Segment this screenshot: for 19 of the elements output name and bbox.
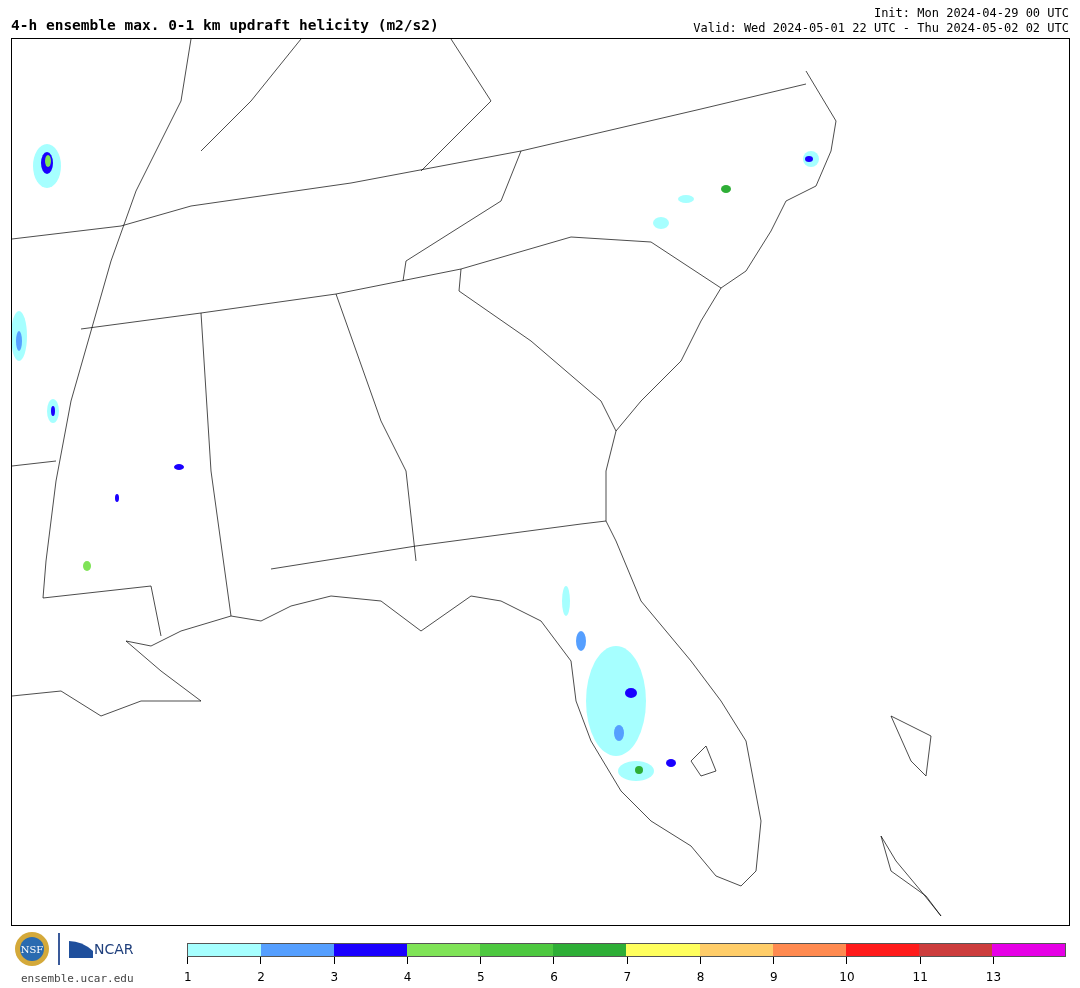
website-url: ensemble.ucar.edu (21, 971, 135, 987)
colorbar-label: 6 (550, 970, 558, 984)
init-time: Init: Mon 2024-04-29 00 UTC (872, 6, 1069, 21)
colorbar-label: 11 (912, 970, 928, 984)
colorbar-label: 5 (477, 970, 485, 984)
colorbar-label: 10 (839, 970, 855, 984)
colorbar-label: 3 (330, 970, 339, 984)
swoosh-icon (68, 939, 94, 959)
colorbar-label: 1 (184, 970, 192, 984)
colorbar-label: 4 (403, 970, 412, 984)
valid-time-range: Valid: Wed 2024-05-01 22 UTC - Thu 2024-05-02 02 UTC (693, 21, 1069, 36)
colorbar-label: 7 (623, 970, 632, 984)
chart-title: 4-h ensemble max. 0-1 km updraft helicity (m2/s2) (11, 16, 439, 35)
colorbar-label: 8 (696, 970, 705, 984)
colorbar-label: 2 (257, 970, 265, 984)
logo-text: NCAR (94, 939, 134, 959)
logo-text: NSF (20, 944, 44, 955)
colorbar-label: 13 (985, 970, 1002, 984)
colorbar-label: 9 (770, 970, 778, 984)
